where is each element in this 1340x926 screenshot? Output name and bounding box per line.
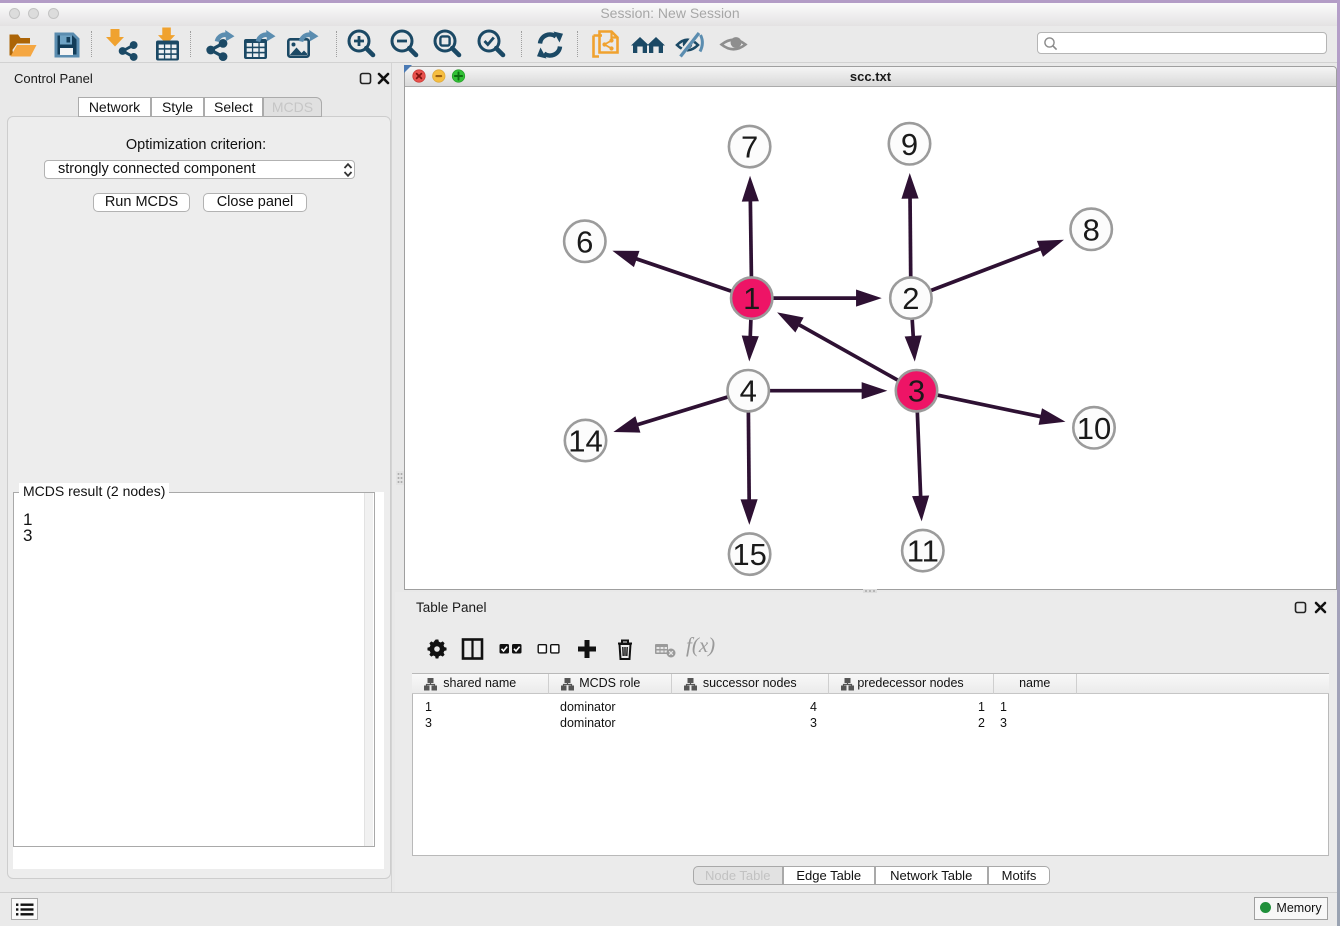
svg-text:8: 8	[1083, 212, 1100, 247]
svg-text:15: 15	[732, 537, 766, 572]
svg-text:7: 7	[741, 130, 758, 165]
svg-text:2: 2	[902, 281, 919, 316]
svg-text:10: 10	[1077, 411, 1111, 446]
svg-text:6: 6	[576, 224, 593, 259]
svg-text:4: 4	[740, 374, 757, 409]
svg-text:9: 9	[901, 127, 918, 162]
svg-text:3: 3	[908, 374, 925, 409]
svg-text:1: 1	[743, 281, 760, 316]
svg-text:14: 14	[568, 424, 602, 459]
svg-text:11: 11	[907, 534, 939, 569]
